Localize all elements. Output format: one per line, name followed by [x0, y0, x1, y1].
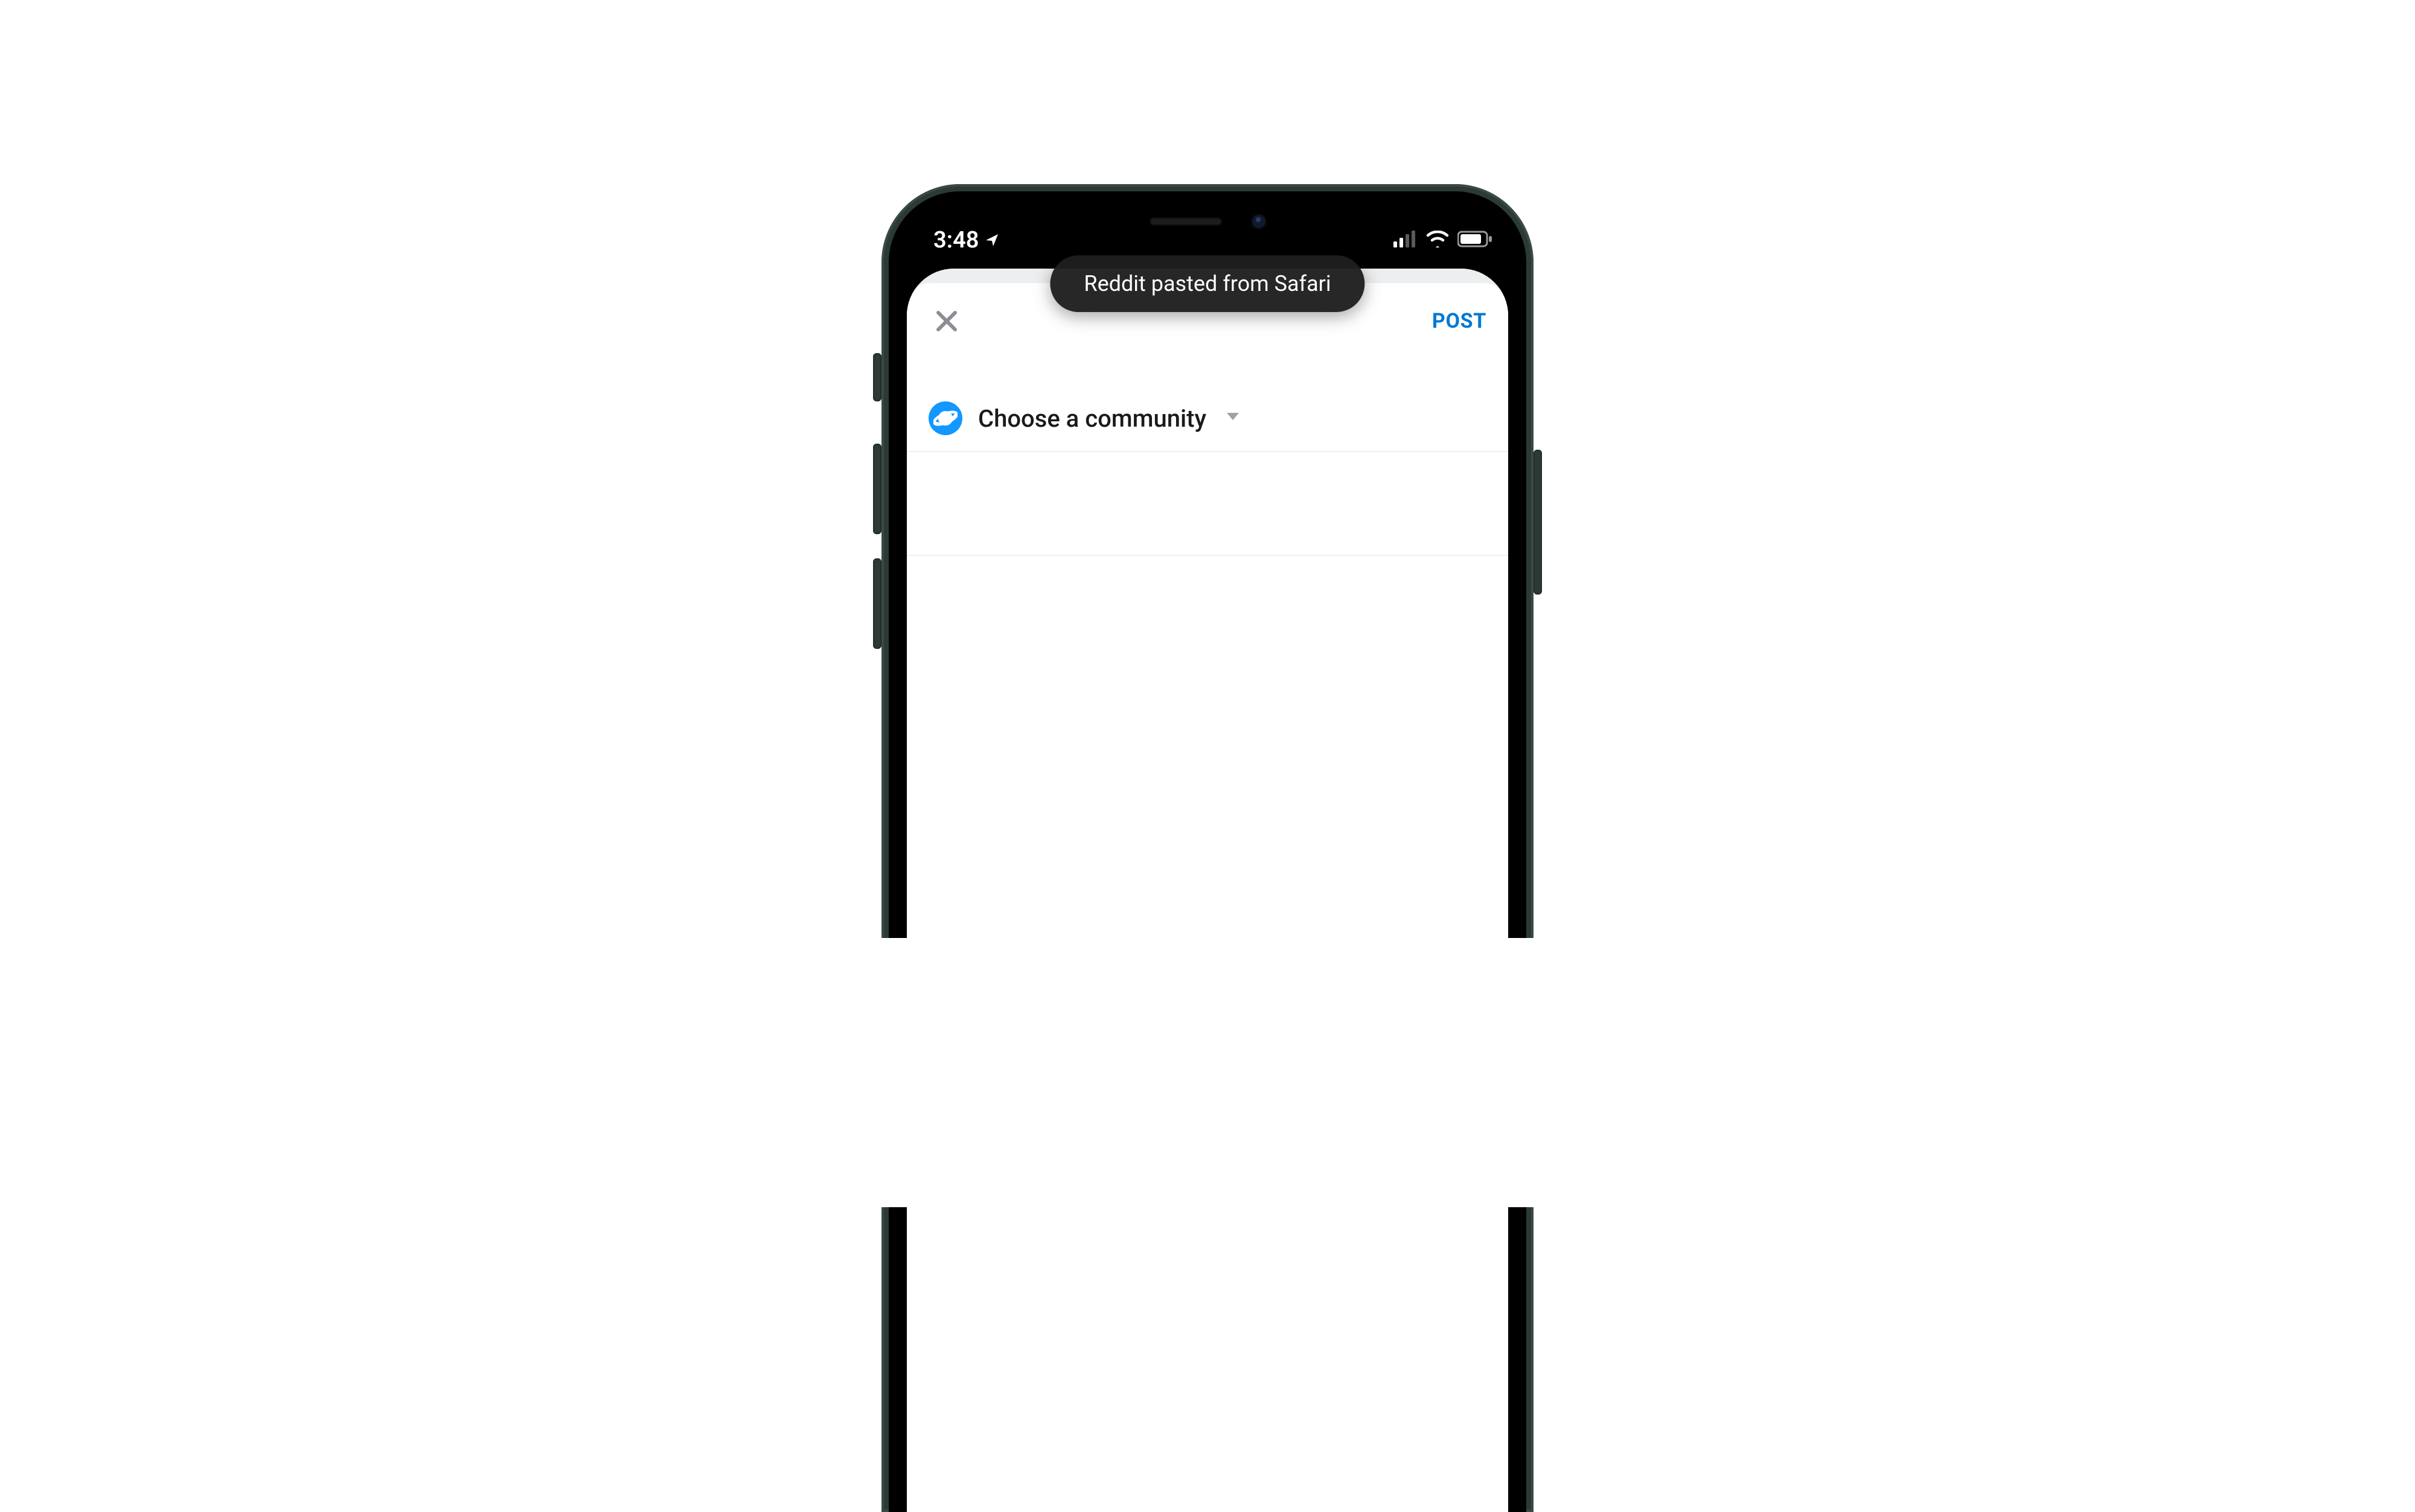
- mute-switch[interactable]: [873, 353, 881, 401]
- location-icon: [985, 227, 999, 254]
- power-button[interactable]: [1534, 450, 1542, 595]
- phone-bezel: 3:48: [889, 191, 1526, 1512]
- wifi-icon: [1426, 231, 1449, 250]
- phone-frame: 3:48: [881, 184, 1534, 1512]
- status-time: 3:48: [933, 227, 979, 254]
- close-icon: [935, 309, 959, 333]
- earpiece-speaker: [1150, 217, 1222, 226]
- image-crop-mask: [0, 938, 2415, 1207]
- chevron-down-icon: [1226, 412, 1240, 425]
- planet-icon: [933, 406, 958, 430]
- clipboard-toast: Reddit pasted from Safari: [1050, 255, 1364, 312]
- community-icon: [929, 401, 962, 435]
- front-camera: [1252, 215, 1265, 228]
- choose-community-label: Choose a community: [978, 404, 1206, 433]
- status-time-group: 3:48: [933, 227, 999, 254]
- volume-down-button[interactable]: [873, 558, 881, 649]
- post-title-field[interactable]: [907, 452, 1508, 556]
- choose-community-row[interactable]: Choose a community: [907, 386, 1508, 452]
- cellular-icon: [1393, 231, 1418, 250]
- post-button[interactable]: POST: [1432, 309, 1486, 333]
- toast-message: Reddit pasted from Safari: [1084, 271, 1331, 296]
- close-button[interactable]: [929, 303, 965, 339]
- post-button-label: POST: [1432, 309, 1486, 333]
- phone-notch: [1075, 199, 1340, 244]
- battery-icon: [1457, 231, 1492, 250]
- volume-up-button[interactable]: [873, 444, 881, 534]
- compose-sheet: POST: [907, 283, 1508, 1512]
- app-screen: POST: [907, 269, 1508, 1512]
